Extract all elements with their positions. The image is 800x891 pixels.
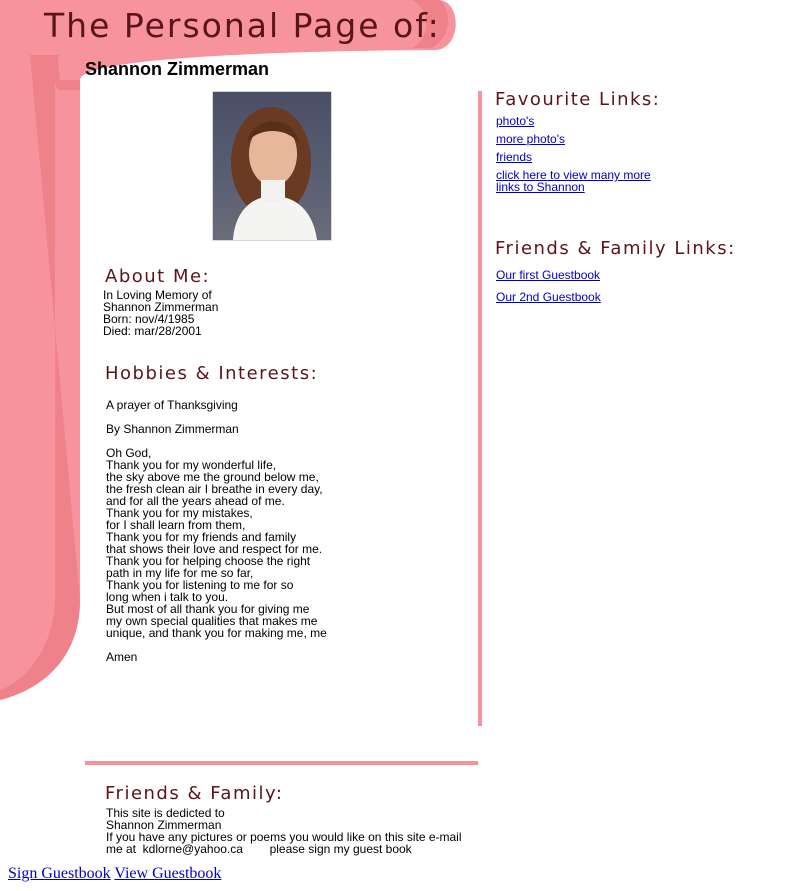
link-first-guestbook[interactable]: Our first Guestbook bbox=[496, 269, 600, 281]
friends-family-text: This site is dedicted to Shannon Zimmerm… bbox=[106, 806, 462, 856]
poem-body: Oh God, Thank you for my wonderful life,… bbox=[106, 446, 327, 640]
link-friends[interactable]: friends bbox=[496, 151, 532, 163]
about-me-text: In Loving Memory of Shannon Zimmerman Bo… bbox=[103, 288, 219, 338]
about-me-heading: About Me: bbox=[105, 266, 211, 287]
link-more-links[interactable]: click here to view many more links to Sh… bbox=[496, 169, 651, 193]
page-title: The Personal Page of: bbox=[44, 6, 441, 45]
poem-title: A prayer of Thanksgiving bbox=[106, 398, 238, 412]
hobbies-heading: Hobbies & Interests: bbox=[105, 363, 319, 384]
link-second-guestbook[interactable]: Our 2nd Guestbook bbox=[496, 291, 601, 303]
link-photos[interactable]: photo's bbox=[496, 115, 534, 127]
friends-family-links-heading: Friends & Family Links: bbox=[495, 238, 736, 259]
guestbook-links: Sign Guestbook View Guestbook bbox=[8, 865, 221, 883]
sign-guestbook-link[interactable]: Sign Guestbook bbox=[8, 865, 111, 882]
poem-end: Amen bbox=[106, 650, 138, 664]
favourite-links-heading: Favourite Links: bbox=[495, 89, 661, 110]
link-more-photos[interactable]: more photo's bbox=[496, 133, 565, 145]
portrait-photo bbox=[212, 91, 332, 241]
view-guestbook-link[interactable]: View Guestbook bbox=[114, 865, 221, 882]
poem-author: By Shannon Zimmerman bbox=[106, 422, 239, 436]
owner-name: Shannon Zimmerman bbox=[85, 59, 270, 79]
friends-family-heading: Friends & Family: bbox=[105, 783, 284, 804]
